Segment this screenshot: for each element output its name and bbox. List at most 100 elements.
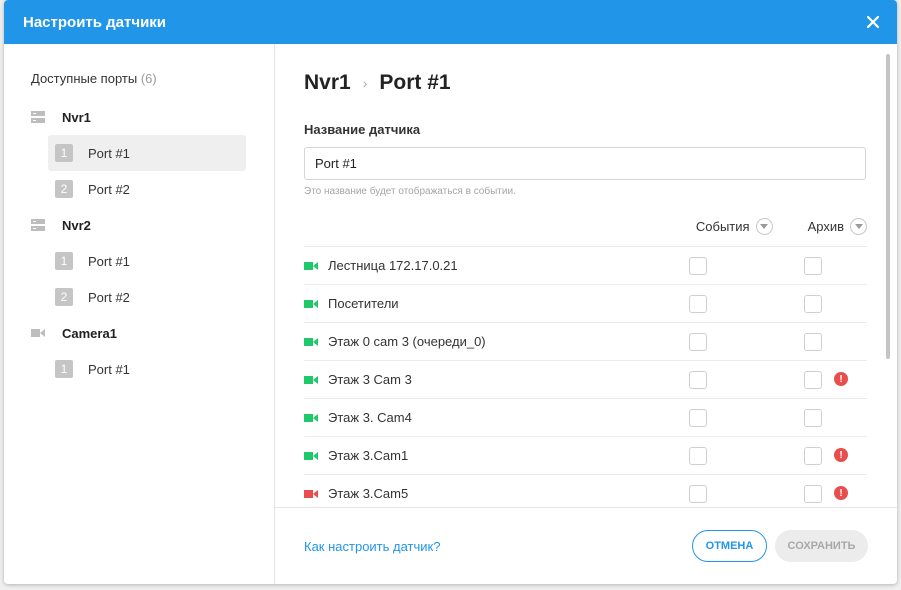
camera-label: Этаж 3. Cam4	[328, 410, 412, 425]
port-number-badge: 1	[55, 144, 73, 162]
events-checkbox[interactable]	[689, 333, 707, 351]
cancel-button[interactable]: ОТМЕНА	[692, 530, 767, 562]
configure-sensors-dialog: Настроить датчики Доступные порты (6) Nv…	[4, 0, 897, 584]
camera-icon	[304, 489, 318, 498]
sensor-name-label: Название датчика	[304, 122, 421, 137]
save-button[interactable]: СОХРАНИТЬ	[775, 530, 868, 562]
chevron-down-icon	[854, 223, 863, 229]
sensor-name-input[interactable]	[304, 147, 866, 180]
device-name: Camera1	[62, 325, 117, 341]
archive-checkbox[interactable]	[804, 371, 822, 389]
help-link[interactable]: Как настроить датчик?	[304, 539, 440, 554]
alert-icon[interactable]: !	[834, 486, 848, 500]
device-camera1: Camera1	[31, 315, 274, 351]
port-label: Port #2	[88, 289, 130, 305]
alert-icon[interactable]: !	[834, 372, 848, 386]
camera-row: Этаж 3.Cam5!	[304, 474, 867, 507]
camera-row: Этаж 3.Cam1!	[304, 436, 867, 474]
device-nvr2: Nvr2	[31, 207, 274, 243]
port-item[interactable]: 2 Port #2	[48, 171, 246, 207]
events-checkbox[interactable]	[689, 447, 707, 465]
camera-label: Лестница 172.17.0.21	[328, 258, 458, 273]
ports-title-label: Доступные порты	[31, 71, 138, 86]
ports-panel: Доступные порты (6) Nvr1 1 Port #1 2 Port #2…	[4, 44, 275, 584]
server-icon	[31, 111, 45, 123]
device-name: Nvr2	[62, 217, 91, 233]
archive-checkbox[interactable]	[804, 447, 822, 465]
events-checkbox[interactable]	[689, 295, 707, 313]
events-checkbox[interactable]	[689, 409, 707, 427]
events-checkbox[interactable]	[689, 257, 707, 275]
camera-row: Этаж 3 Cam 3!	[304, 360, 867, 398]
breadcrumb-device: Nvr1	[304, 71, 351, 94]
events-checkbox[interactable]	[689, 485, 707, 503]
port-label: Port #1	[88, 253, 130, 269]
port-label: Port #2	[88, 181, 130, 197]
sensor-name-hint: Это название будет отображаться в событи…	[304, 186, 516, 197]
events-checkbox[interactable]	[689, 371, 707, 389]
port-number-badge: 2	[55, 180, 73, 198]
port-number-badge: 1	[55, 360, 73, 378]
device-list: Nvr1 1 Port #1 2 Port #2 Nvr2 1 Port #1 2 Port #2…	[31, 99, 274, 387]
dialog-footer: Как настроить датчик? ОТМЕНА СОХРАНИТЬ	[275, 507, 897, 584]
archive-checkbox[interactable]	[804, 333, 822, 351]
chevron-down-icon	[760, 223, 769, 229]
archive-checkbox[interactable]	[804, 409, 822, 427]
camera-icon	[304, 413, 318, 422]
camera-icon	[304, 489, 318, 499]
breadcrumb-separator-icon: ›	[362, 75, 368, 91]
camera-icon	[31, 329, 45, 337]
server-icon	[31, 219, 45, 231]
port-item[interactable]: 2 Port #2	[48, 279, 246, 315]
close-button[interactable]	[863, 12, 883, 32]
camera-row: Лестница 172.17.0.21	[304, 246, 867, 284]
camera-icon	[304, 337, 318, 346]
events-dropdown-button[interactable]	[755, 217, 773, 235]
archive-column-header: Архив	[807, 217, 867, 235]
camera-label: Этаж 3.Cam1	[328, 448, 409, 463]
dialog-title: Настроить датчики	[23, 13, 167, 31]
camera-icon	[304, 261, 318, 270]
sensor-settings-panel: Nvr1 › Port #1 Название датчика Это назв…	[275, 44, 897, 584]
camera-icon	[304, 337, 318, 347]
device-name: Nvr1	[62, 109, 91, 125]
archive-checkbox[interactable]	[804, 485, 822, 503]
port-number-badge: 2	[55, 288, 73, 306]
table-header: События Архив	[304, 212, 867, 240]
server-icon	[31, 111, 45, 123]
archive-column-label: Архив	[807, 218, 844, 234]
camera-label: Этаж 3.Cam5	[328, 486, 409, 501]
camera-label: Посетители	[328, 296, 399, 311]
port-label: Port #1	[88, 361, 130, 377]
breadcrumb-port: Port #1	[379, 71, 451, 94]
camera-label: Этаж 0 cam 3 (очереди_0)	[328, 334, 486, 349]
camera-list: Лестница 172.17.0.21 Посетители Этаж 0 cam…	[304, 246, 867, 507]
camera-row: Этаж 0 cam 3 (очереди_0)	[304, 322, 867, 360]
dialog-titlebar: Настроить датчики	[4, 0, 897, 44]
archive-checkbox[interactable]	[804, 295, 822, 313]
camera-icon	[304, 451, 318, 461]
camera-label: Этаж 3 Cam 3	[328, 372, 412, 387]
camera-icon	[304, 299, 318, 309]
settings-scroll-area[interactable]: Nvr1 › Port #1 Название датчика Это назв…	[275, 44, 897, 507]
archive-checkbox[interactable]	[804, 257, 822, 275]
server-icon	[31, 219, 45, 231]
camera-row: Посетители	[304, 284, 867, 322]
port-item[interactable]: 1 Port #1	[48, 243, 246, 279]
camera-icon	[304, 299, 318, 308]
close-icon	[866, 15, 880, 29]
ports-count: (6)	[140, 71, 157, 86]
ports-title: Доступные порты (6)	[31, 71, 274, 89]
camera-icon	[304, 413, 318, 423]
port-item[interactable]: 1 Port #1	[48, 351, 246, 387]
scrollbar[interactable]	[886, 54, 890, 359]
camera-icon	[304, 261, 318, 271]
camera-icon	[304, 375, 318, 385]
alert-icon[interactable]: !	[834, 448, 848, 462]
port-number-badge: 1	[55, 252, 73, 270]
events-column-header: События	[696, 217, 773, 235]
device-nvr1: Nvr1	[31, 99, 274, 135]
archive-dropdown-button[interactable]	[850, 217, 867, 235]
camera-icon	[31, 328, 45, 338]
port-item[interactable]: 1 Port #1	[48, 135, 246, 171]
